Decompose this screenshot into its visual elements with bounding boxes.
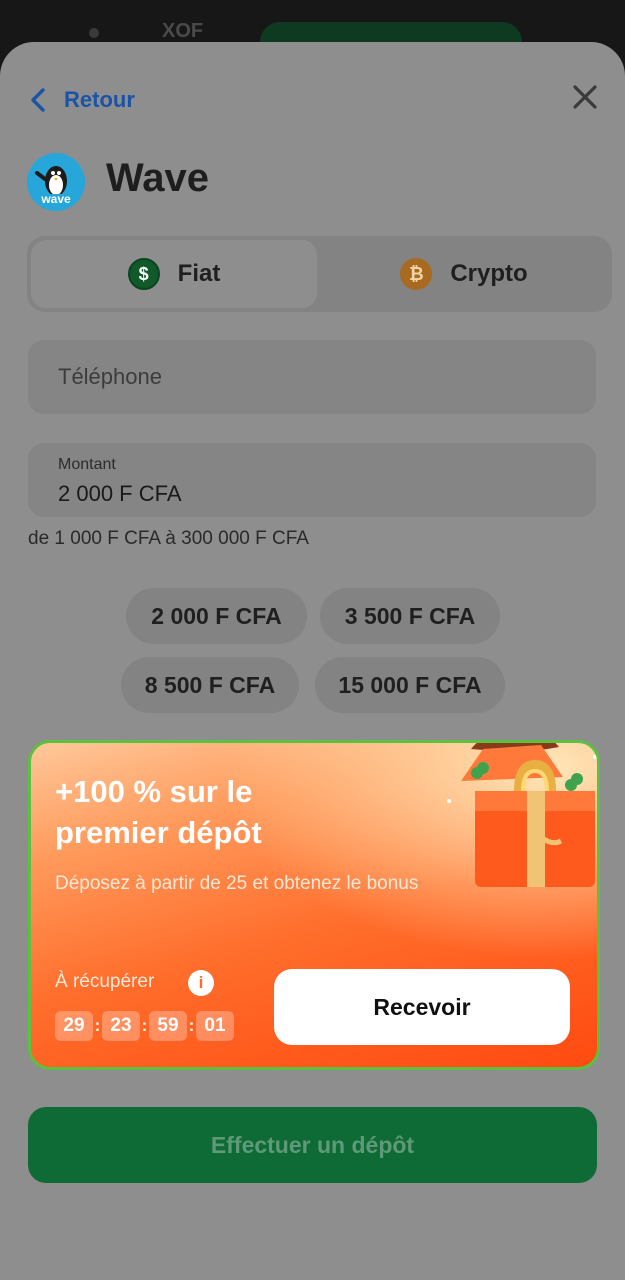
- wave-logo-text: wave: [41, 192, 71, 206]
- info-icon[interactable]: i: [188, 970, 214, 996]
- preset-amount-chip[interactable]: 3 500 F CFA: [320, 588, 500, 644]
- timer-days: 29: [55, 1011, 93, 1041]
- preset-amount-chip[interactable]: 8 500 F CFA: [121, 657, 299, 713]
- back-label: Retour: [64, 87, 135, 112]
- claim-countdown-label: À récupérer: [55, 971, 155, 992]
- deposit-sheet: Retour wave Wave $ Fiat ₿ Crypto Télépho…: [0, 42, 625, 1280]
- receive-bonus-button[interactable]: Recevoir: [274, 969, 570, 1045]
- payment-type-tabs: $ Fiat ₿ Crypto: [27, 236, 612, 312]
- amount-range-hint: de 1 000 F CFA à 300 000 F CFA: [28, 528, 309, 549]
- background-currency-label: XOF: [162, 20, 204, 42]
- preset-amount-chip[interactable]: 15 000 F CFA: [315, 657, 505, 713]
- timer-separator: :: [94, 1016, 101, 1035]
- dollar-coin-icon: $: [127, 258, 160, 290]
- wave-logo: wave: [27, 153, 85, 211]
- phone-input[interactable]: Téléphone: [28, 340, 596, 414]
- chevron-left-icon: [31, 88, 45, 112]
- timer-separator: :: [188, 1016, 195, 1035]
- first-deposit-bonus-banner: +100 % sur le premier dépôt Déposez à pa…: [28, 740, 600, 1070]
- gift-box-icon: [447, 743, 597, 887]
- background-dot: [89, 28, 99, 38]
- preset-amount-chip[interactable]: 2 000 F CFA: [126, 588, 307, 644]
- tab-fiat-label: Fiat: [177, 260, 221, 287]
- phone-placeholder: Téléphone: [58, 364, 162, 389]
- back-button[interactable]: Retour: [28, 82, 135, 118]
- timer-minutes: 59: [149, 1011, 187, 1041]
- close-icon[interactable]: [570, 82, 600, 112]
- promo-title: +100 % sur le premier dépôt: [55, 774, 262, 850]
- timer-hours: 23: [102, 1011, 140, 1041]
- bitcoin-icon: ₿: [400, 258, 433, 290]
- promo-description: Déposez à partir de 25 et obtenez le bon…: [55, 873, 419, 894]
- tab-crypto[interactable]: ₿ Crypto: [319, 240, 609, 308]
- amount-value: 2 000 F CFA: [58, 481, 182, 506]
- timer-separator: :: [141, 1016, 148, 1035]
- amount-input[interactable]: Montant 2 000 F CFA: [28, 443, 596, 517]
- page-title: Wave: [106, 156, 210, 200]
- deposit-button[interactable]: Effectuer un dépôt: [28, 1107, 597, 1183]
- amount-label: Montant: [58, 456, 116, 473]
- tab-crypto-label: Crypto: [450, 260, 528, 287]
- countdown-timer: 29 : 23 : 59 : 01: [55, 1011, 234, 1041]
- tab-fiat[interactable]: $ Fiat: [31, 240, 317, 308]
- timer-seconds: 01: [196, 1011, 234, 1041]
